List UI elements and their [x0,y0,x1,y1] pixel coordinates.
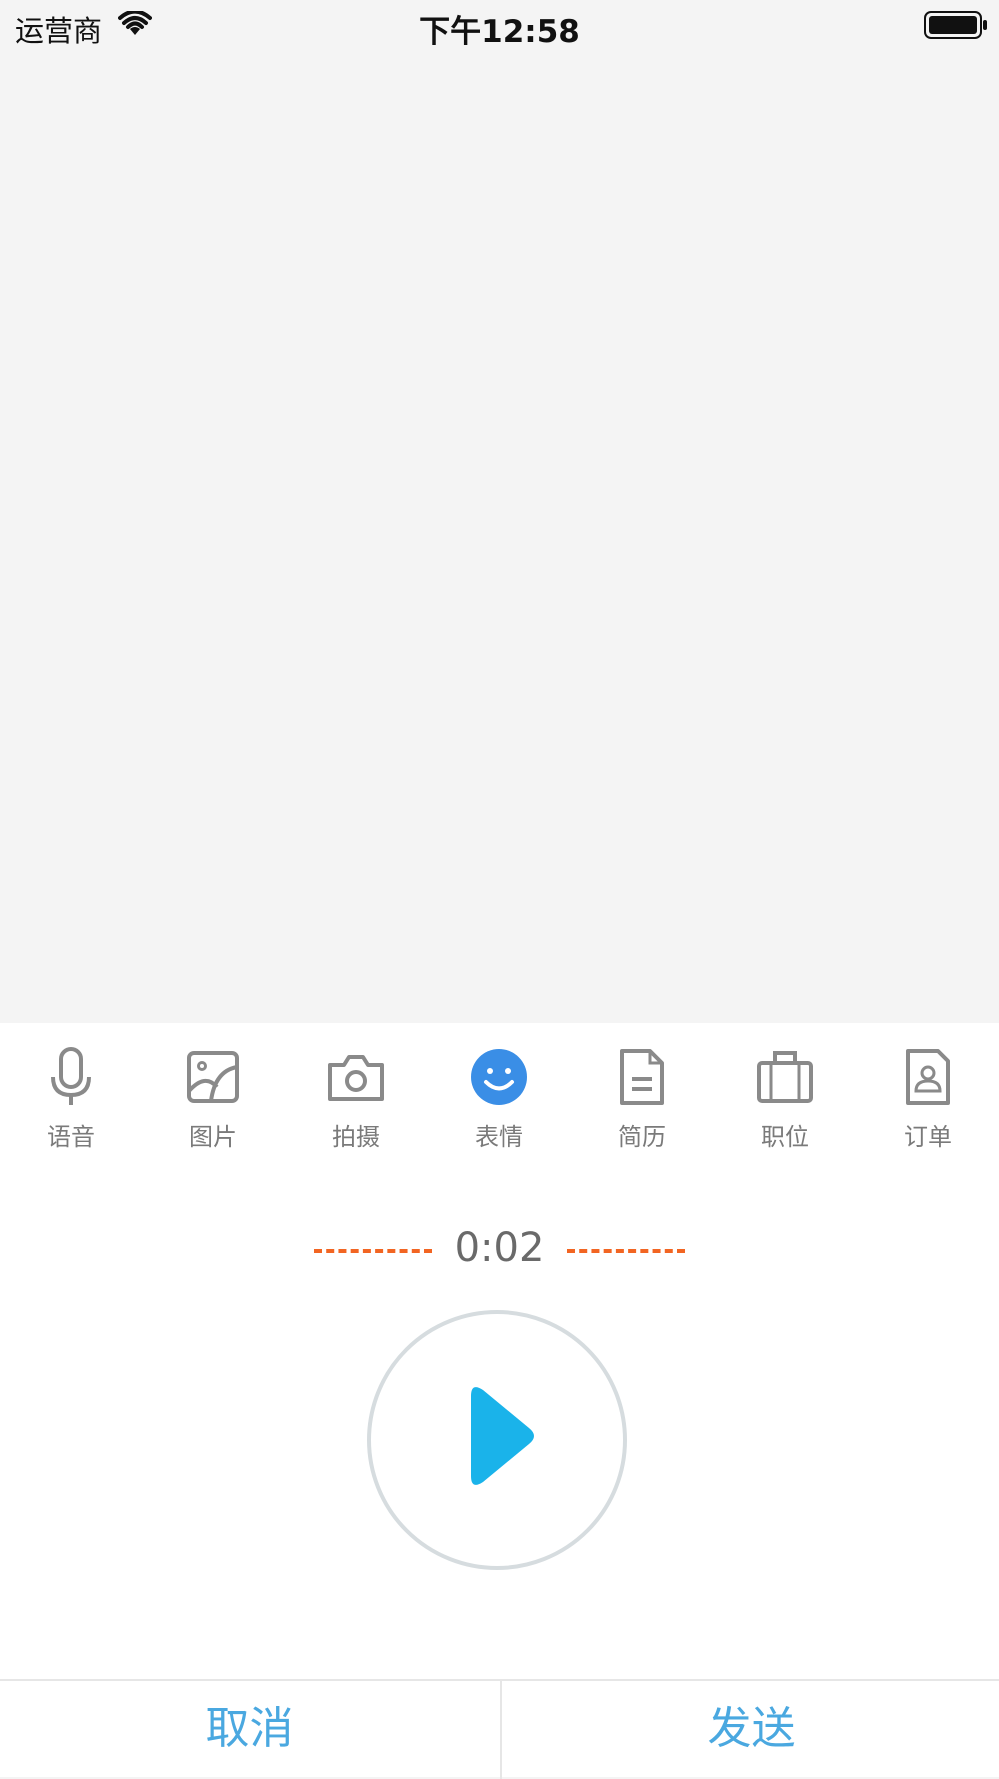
briefcase-icon [757,1051,813,1103]
action-bar: 取消 发送 [0,1679,999,1779]
battery-icon [924,11,987,39]
tool-position[interactable]: 职位 [740,1047,830,1177]
input-panel: 语音 图片 拍摄 表情 简历 职位 订单 0:02 取消 发送 [0,1023,999,1779]
tool-label: 职位 [761,1123,809,1151]
emoji-icon [471,1049,527,1105]
tool-emoji[interactable]: 表情 [454,1047,544,1177]
recording-duration: 0:02 [454,1225,545,1271]
play-button[interactable] [367,1310,627,1570]
clock: 下午12:58 [419,14,580,50]
tool-order[interactable]: 订单 [883,1047,973,1177]
send-button[interactable]: 发送 [500,1681,999,1779]
document-icon [620,1049,664,1105]
recording-timer: 0:02 [0,1225,999,1275]
tool-image[interactable]: 图片 [168,1047,258,1177]
tool-voice[interactable]: 语音 [26,1047,116,1177]
play-icon [471,1387,534,1485]
image-icon [187,1051,239,1103]
tool-resume[interactable]: 简历 [597,1047,687,1177]
tool-label: 表情 [475,1123,523,1151]
order-icon [906,1049,950,1105]
cancel-button[interactable]: 取消 [0,1681,499,1779]
toolbar: 语音 图片 拍摄 表情 简历 职位 订单 [0,1023,999,1163]
status-bar: 运营商 下午12:58 [0,0,999,50]
tool-label: 语音 [47,1123,95,1151]
tool-label: 图片 [189,1123,237,1151]
microphone-icon [51,1047,91,1105]
tool-label: 订单 [904,1123,952,1151]
camera-icon [328,1055,384,1101]
tool-label: 拍摄 [332,1123,380,1151]
dashed-line-right [567,1249,685,1253]
tool-label: 简历 [618,1123,666,1151]
tool-camera[interactable]: 拍摄 [311,1047,401,1177]
